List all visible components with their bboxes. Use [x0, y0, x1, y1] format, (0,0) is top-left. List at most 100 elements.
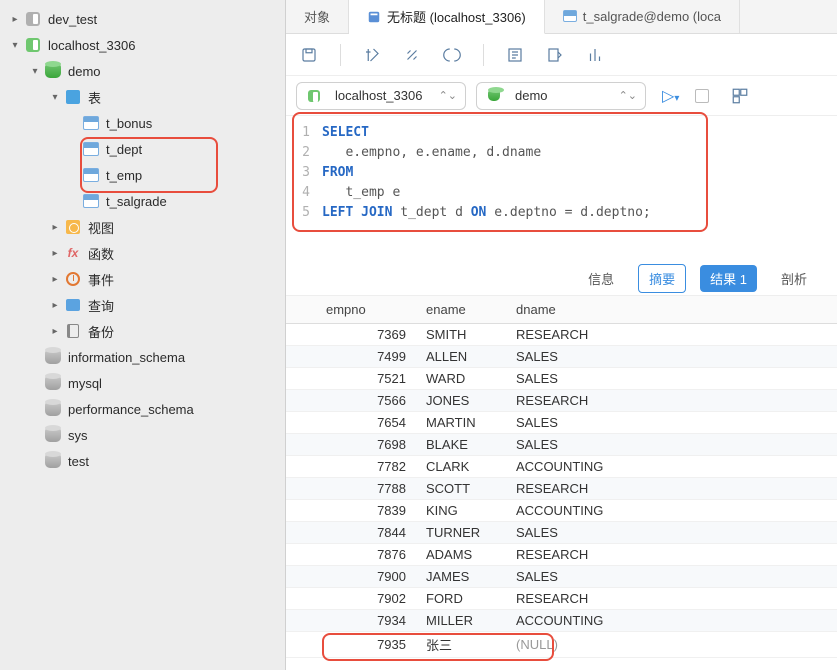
save-button[interactable] [296, 42, 322, 68]
cell-empno[interactable]: 7698 [316, 434, 416, 456]
group-views[interactable]: ▸ 视图 [0, 214, 285, 240]
layout-button[interactable] [727, 83, 753, 109]
cell-dname[interactable]: SALES [506, 566, 837, 588]
cell-dname[interactable]: ACCOUNTING [506, 610, 837, 632]
cell-dname[interactable]: SALES [506, 412, 837, 434]
table-t_salgrade[interactable]: t_salgrade [0, 188, 285, 214]
result-tab-profile[interactable]: 剖析 [771, 265, 817, 292]
group-queries[interactable]: ▸ 查询 [0, 292, 285, 318]
cell-empno[interactable]: 7654 [316, 412, 416, 434]
database-performance_schema[interactable]: performance_schema [0, 396, 285, 422]
cell-ename[interactable]: FORD [416, 588, 506, 610]
table-row[interactable]: 7654MARTINSALES [286, 412, 837, 434]
cell-ename[interactable]: ALLEN [416, 346, 506, 368]
group-backups[interactable]: ▸ 备份 [0, 318, 285, 344]
code-line[interactable]: 2 e.empno, e.ename, d.dname [286, 142, 837, 162]
cell-dname[interactable]: SALES [506, 368, 837, 390]
brackets-button[interactable] [439, 42, 465, 68]
cell-empno[interactable]: 7935 [316, 632, 416, 658]
cell-empno[interactable]: 7902 [316, 588, 416, 610]
table-row[interactable]: 7788SCOTTRESEARCH [286, 478, 837, 500]
database-selector[interactable]: demo ⌃⌄ [476, 82, 646, 110]
column-header-ename[interactable]: ename [416, 296, 506, 324]
table-row[interactable]: 7934MILLERACCOUNTING [286, 610, 837, 632]
cell-ename[interactable]: BLAKE [416, 434, 506, 456]
table-row[interactable]: 7844TURNERSALES [286, 522, 837, 544]
connection-dev-test[interactable]: ▸ dev_test [0, 6, 285, 32]
table-row[interactable]: 7566JONESRESEARCH [286, 390, 837, 412]
table-t_bonus[interactable]: t_bonus [0, 110, 285, 136]
stop-button[interactable] [695, 89, 709, 103]
beautify-button[interactable] [399, 42, 425, 68]
table-row[interactable]: 7782CLARKACCOUNTING [286, 456, 837, 478]
cell-dname[interactable]: SALES [506, 346, 837, 368]
export-button[interactable] [542, 42, 568, 68]
tab-sql-untitled[interactable]: 无标题 (localhost_3306) [349, 0, 545, 34]
cell-empno[interactable]: 7844 [316, 522, 416, 544]
database-information_schema[interactable]: information_schema [0, 344, 285, 370]
code-line[interactable]: 1SELECT [286, 122, 837, 142]
cell-empno[interactable]: 7788 [316, 478, 416, 500]
cell-empno[interactable]: 7900 [316, 566, 416, 588]
cell-empno[interactable]: 7876 [316, 544, 416, 566]
cell-ename[interactable]: 张三 [416, 632, 506, 658]
result-tab-info[interactable]: 信息 [578, 265, 624, 292]
cell-ename[interactable]: SMITH [416, 324, 506, 346]
cell-dname[interactable]: RESEARCH [506, 390, 837, 412]
database-mysql[interactable]: mysql [0, 370, 285, 396]
group-functions[interactable]: ▸ fx 函数 [0, 240, 285, 266]
cell-dname[interactable]: (NULL) [506, 632, 837, 658]
table-row[interactable]: 7900JAMESSALES [286, 566, 837, 588]
connection-localhost[interactable]: ▾ localhost_3306 [0, 32, 285, 58]
connection-selector[interactable]: localhost_3306 ⌃⌄ [296, 82, 466, 110]
cell-dname[interactable]: RESEARCH [506, 324, 837, 346]
cell-dname[interactable]: ACCOUNTING [506, 500, 837, 522]
table-row[interactable]: 7521WARDSALES [286, 368, 837, 390]
cell-dname[interactable]: RESEARCH [506, 588, 837, 610]
cell-ename[interactable]: MILLER [416, 610, 506, 632]
result-tab-result[interactable]: 结果 1 [700, 265, 757, 292]
table-row[interactable]: 7698BLAKESALES [286, 434, 837, 456]
explain-button[interactable] [502, 42, 528, 68]
column-header-empno[interactable]: empno [316, 296, 416, 324]
tab-objects[interactable]: 对象 [286, 0, 349, 33]
cell-ename[interactable]: MARTIN [416, 412, 506, 434]
cell-ename[interactable]: ADAMS [416, 544, 506, 566]
table-row[interactable]: 7369SMITHRESEARCH [286, 324, 837, 346]
run-button[interactable]: ▷▾ [656, 86, 685, 106]
code-line[interactable]: 4 t_emp e [286, 182, 837, 202]
cell-empno[interactable]: 7566 [316, 390, 416, 412]
cell-ename[interactable]: TURNER [416, 522, 506, 544]
cell-empno[interactable]: 7934 [316, 610, 416, 632]
group-events[interactable]: ▸ 事件 [0, 266, 285, 292]
cell-dname[interactable]: SALES [506, 522, 837, 544]
cell-ename[interactable]: KING [416, 500, 506, 522]
tab-t-salgrade[interactable]: t_salgrade@demo (loca [545, 0, 740, 33]
cell-ename[interactable]: WARD [416, 368, 506, 390]
table-row[interactable]: 7876ADAMSRESEARCH [286, 544, 837, 566]
cell-dname[interactable]: RESEARCH [506, 478, 837, 500]
code-line[interactable]: 5LEFT JOIN t_dept d ON e.deptno = d.dept… [286, 202, 837, 222]
table-t_emp[interactable]: t_emp [0, 162, 285, 188]
cell-empno[interactable]: 7369 [316, 324, 416, 346]
cell-empno[interactable]: 7499 [316, 346, 416, 368]
cell-dname[interactable]: ACCOUNTING [506, 456, 837, 478]
table-row[interactable]: 7935张三(NULL) [286, 632, 837, 658]
table-row[interactable]: 7499ALLENSALES [286, 346, 837, 368]
table-t_dept[interactable]: t_dept [0, 136, 285, 162]
sql-editor[interactable]: 1SELECT2 e.empno, e.ename, d.dname3FROM4… [286, 116, 837, 262]
group-tables[interactable]: ▾ 表 [0, 84, 285, 110]
table-row[interactable]: 7839KINGACCOUNTING [286, 500, 837, 522]
database-demo[interactable]: ▾ demo [0, 58, 285, 84]
cell-ename[interactable]: SCOTT [416, 478, 506, 500]
column-header-dname[interactable]: dname [506, 296, 837, 324]
cell-empno[interactable]: 7782 [316, 456, 416, 478]
cell-dname[interactable]: RESEARCH [506, 544, 837, 566]
table-row[interactable]: 7902FORDRESEARCH [286, 588, 837, 610]
code-line[interactable]: 3FROM [286, 162, 837, 182]
cell-ename[interactable]: JONES [416, 390, 506, 412]
cell-ename[interactable]: CLARK [416, 456, 506, 478]
chart-button[interactable] [582, 42, 608, 68]
cell-dname[interactable]: SALES [506, 434, 837, 456]
format-button[interactable] [359, 42, 385, 68]
